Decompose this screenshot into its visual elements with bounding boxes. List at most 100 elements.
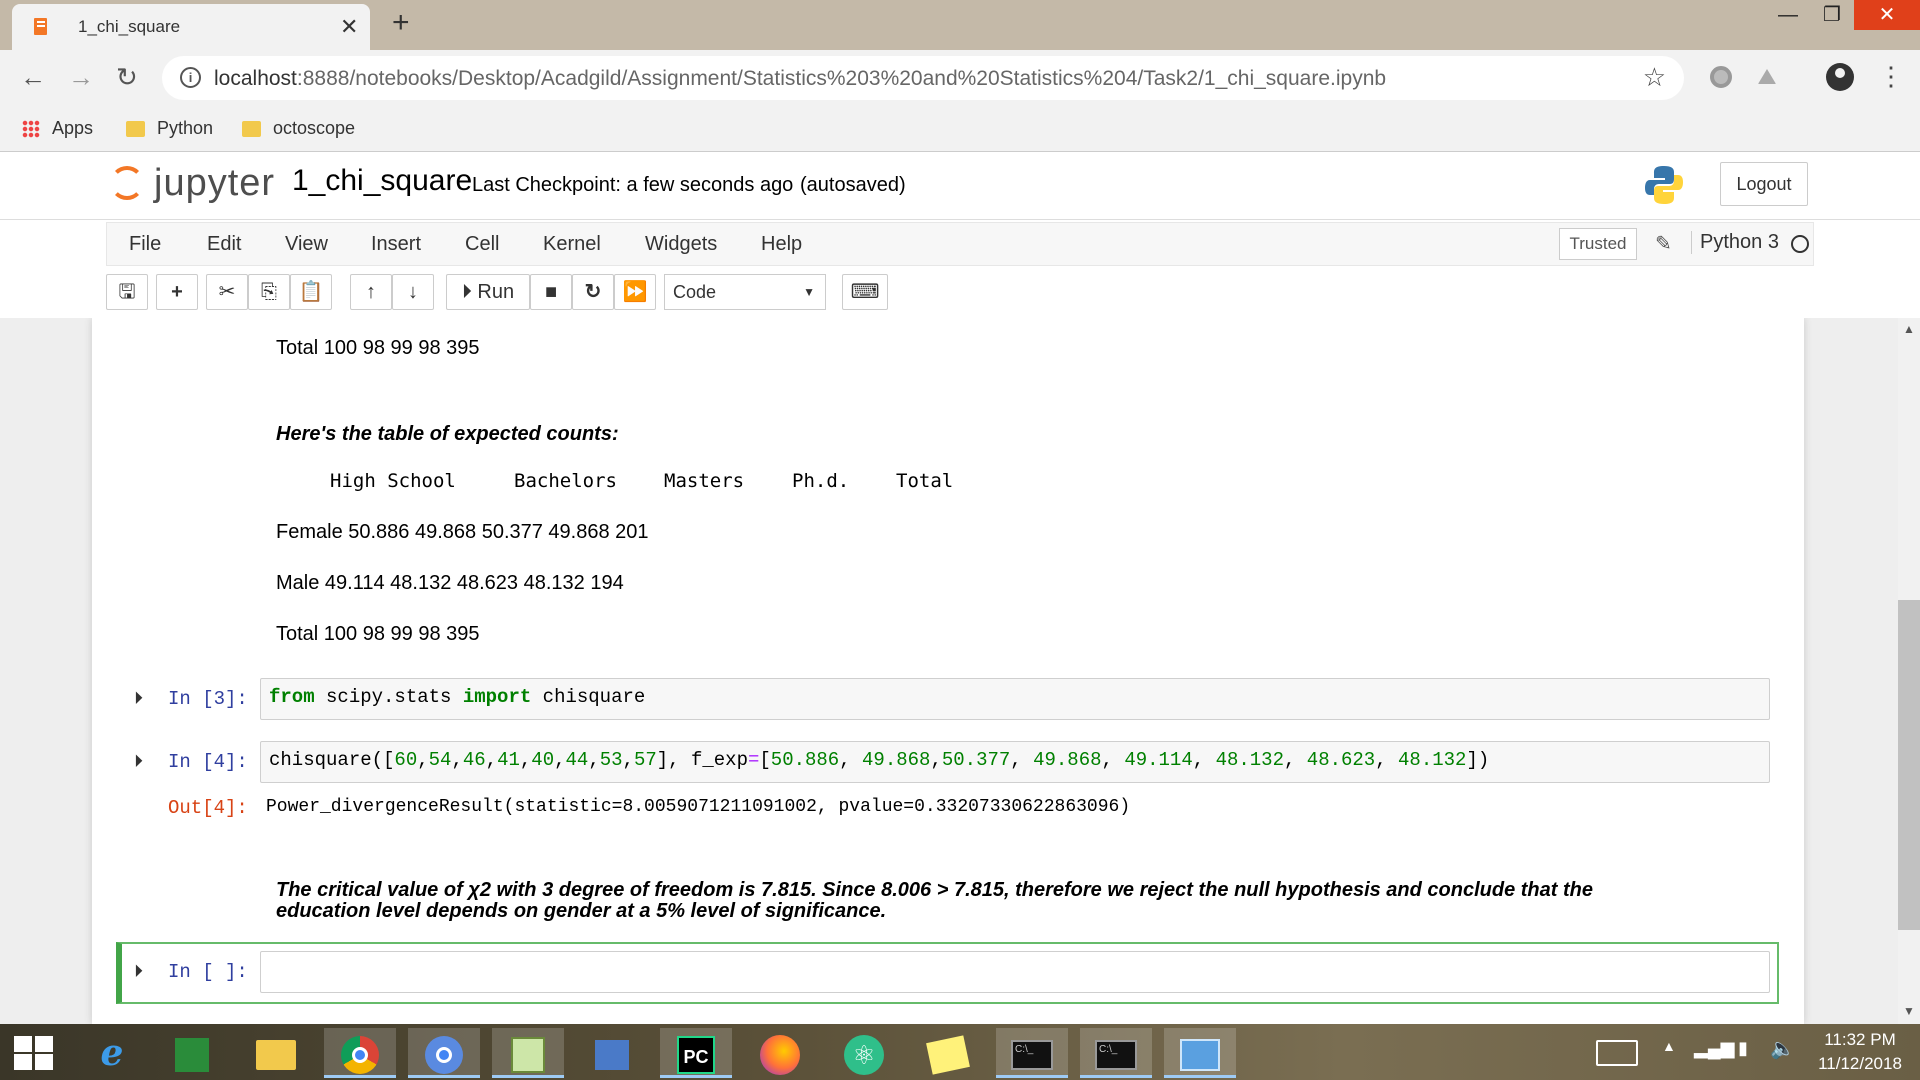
edit-pencil-icon[interactable]: ✎ — [1655, 231, 1672, 256]
bookmark-python[interactable]: Python — [126, 114, 213, 142]
jupyter-logo-icon — [110, 166, 144, 200]
paste-icon[interactable]: 📋 — [290, 274, 332, 310]
empty-cell-prompt: In [ ]: — [168, 961, 248, 983]
stop-icon[interactable]: ■ — [530, 274, 572, 310]
logout-button[interactable]: Logout — [1720, 162, 1808, 206]
windows-start-icon[interactable] — [14, 1036, 54, 1070]
keyboard-shortcuts-icon[interactable]: ⌨ — [842, 274, 888, 310]
notebook-name[interactable]: 1_chi_square — [292, 164, 472, 198]
scroll-down-icon[interactable]: ▼ — [1903, 1004, 1915, 1018]
bookmark-apps[interactable]: Apps — [22, 114, 93, 142]
cell4-output-prompt: Out[4]: — [168, 797, 248, 819]
store-icon[interactable] — [156, 1028, 228, 1078]
command-prompt-icon[interactable]: C:\_ — [996, 1028, 1068, 1078]
reload-icon[interactable]: ↻ — [116, 62, 138, 92]
firefox-icon[interactable] — [744, 1028, 816, 1078]
markdown-total-line: Total 100 98 99 98 395 — [276, 337, 480, 359]
code-keyword: import — [462, 686, 532, 708]
file-explorer-icon[interactable] — [240, 1028, 312, 1078]
new-tab-button[interactable]: + — [392, 6, 410, 40]
network-signal-icon[interactable]: ▂▄▆ — [1694, 1038, 1734, 1059]
cell3-code-input[interactable]: from scipy.stats import chisquare — [260, 678, 1770, 720]
network-computer-icon[interactable] — [576, 1028, 648, 1078]
browser-tab[interactable]: 1_chi_square ✕ — [12, 4, 370, 50]
kernel-name: Python 3 — [1691, 231, 1779, 254]
cell4-output-text: Power_divergenceResult(statistic=8.00590… — [266, 797, 1131, 817]
cut-icon[interactable]: ✂ — [206, 274, 248, 310]
notebook-favicon-icon — [34, 18, 47, 35]
clock-date[interactable]: 11/12/2018 — [1810, 1054, 1910, 1074]
edge-browser-icon[interactable]: e — [76, 1028, 148, 1078]
touch-keyboard-icon[interactable] — [1596, 1040, 1638, 1066]
cell-type-select[interactable]: Code ▼ — [664, 274, 826, 310]
window-minimize-button[interactable]: — — [1766, 0, 1810, 30]
fast-forward-icon[interactable]: ⏩ — [614, 274, 656, 310]
clock-time[interactable]: 11:32 PM — [1810, 1030, 1910, 1050]
address-bar[interactable]: i localhost:8888/notebooks/Desktop/Acadg… — [162, 56, 1684, 100]
header-phd: Ph.d. — [792, 470, 850, 492]
bookmark-star-icon[interactable]: ☆ — [1643, 62, 1666, 93]
restart-icon[interactable]: ↻ — [572, 274, 614, 310]
volume-icon[interactable]: 🔈 — [1770, 1036, 1795, 1061]
cell-run-indicator-icon[interactable]: ⏵ — [134, 688, 143, 709]
menu-view[interactable]: View — [285, 233, 328, 256]
menu-widgets[interactable]: Widgets — [645, 233, 717, 256]
kernel-idle-indicator-icon — [1791, 235, 1809, 253]
header-bachelors: Bachelors — [514, 470, 617, 492]
empty-cell-code-input[interactable] — [260, 951, 1770, 993]
battery-icon[interactable]: ▮ — [1738, 1038, 1748, 1059]
sticky-notes-icon[interactable] — [912, 1028, 984, 1078]
site-info-icon[interactable]: i — [180, 67, 201, 88]
notebook-menubar: File Edit View Insert Cell Kernel Widget… — [106, 222, 1814, 266]
python-logo-icon — [1645, 166, 1683, 204]
tab-close-icon[interactable]: ✕ — [340, 14, 358, 40]
menu-file[interactable]: File — [129, 233, 161, 256]
pycharm-icon[interactable]: PC — [660, 1028, 732, 1078]
notepad-icon[interactable] — [492, 1028, 564, 1078]
trusted-badge[interactable]: Trusted — [1559, 228, 1637, 260]
code-name: chisquare — [531, 686, 646, 708]
insert-cell-icon[interactable]: + — [156, 274, 198, 310]
jupyter-logo-text: jupyter — [154, 162, 276, 204]
cell4-code-input[interactable]: chisquare([60,54,46,41,40,44,53,57], f_e… — [260, 741, 1770, 783]
menu-help[interactable]: Help — [761, 233, 802, 256]
scroll-up-icon[interactable]: ▲ — [1903, 322, 1915, 336]
markdown-female-row: Female 50.886 49.868 50.377 49.868 201 — [276, 521, 649, 543]
run-icon: ⏵ — [461, 281, 472, 303]
back-arrow-icon[interactable]: ← — [20, 62, 46, 92]
menu-kernel[interactable]: Kernel — [543, 233, 601, 256]
menu-cell[interactable]: Cell — [465, 233, 499, 256]
chrome-icon[interactable] — [324, 1028, 396, 1078]
window-restore-button[interactable]: ❐ — [1810, 0, 1854, 30]
browser-menu-icon[interactable]: ⋮ — [1878, 62, 1904, 90]
move-up-icon[interactable]: ↑ — [350, 274, 392, 310]
cell-run-indicator-icon[interactable]: ⏵ — [134, 961, 143, 982]
bookmark-python-label: Python — [157, 118, 214, 138]
chrome-canary-icon[interactable] — [408, 1028, 480, 1078]
markdown-heading-expected: Here's the table of expected counts: — [276, 423, 619, 445]
profile-avatar-icon[interactable] — [1826, 63, 1854, 91]
forward-arrow-icon[interactable]: → — [68, 62, 94, 92]
terminal-icon[interactable]: C:\_ — [1080, 1028, 1152, 1078]
menu-edit[interactable]: Edit — [207, 233, 241, 256]
drive-extension-icon[interactable] — [1756, 66, 1778, 88]
bookmark-octoscope[interactable]: octoscope — [242, 114, 355, 142]
extension-icon[interactable] — [1710, 66, 1732, 88]
run-button[interactable]: ⏵ Run — [446, 274, 530, 310]
notebook-toolbar: 🖫 + ✂ ⎘ 📋 ↑ ↓ ⏵ Run ■ ↻ ⏩ Code ▼ ⌨ — [106, 272, 1814, 314]
window-close-button[interactable]: ✕ — [1854, 0, 1920, 30]
menu-insert[interactable]: Insert — [371, 233, 421, 256]
atom-editor-icon[interactable]: ⚛ — [828, 1028, 900, 1078]
copy-icon[interactable]: ⎘ — [248, 274, 290, 310]
expected-table-header: High School Bachelors Masters Ph.d. Tota… — [276, 470, 976, 496]
url-text[interactable]: localhost:8888/notebooks/Desktop/Acadgil… — [214, 67, 1386, 91]
code-keyword: from — [269, 686, 315, 708]
cell-type-value: Code — [673, 282, 717, 302]
cell-run-indicator-icon[interactable]: ⏵ — [134, 751, 143, 772]
save-icon[interactable]: 🖫 — [106, 274, 148, 310]
move-down-icon[interactable]: ↓ — [392, 274, 434, 310]
control-panel-icon[interactable] — [1164, 1028, 1236, 1078]
scrollbar-thumb[interactable] — [1898, 600, 1920, 930]
markdown-male-row: Male 49.114 48.132 48.623 48.132 194 — [276, 572, 624, 594]
show-hidden-icons-icon[interactable]: ▲ — [1662, 1038, 1676, 1054]
